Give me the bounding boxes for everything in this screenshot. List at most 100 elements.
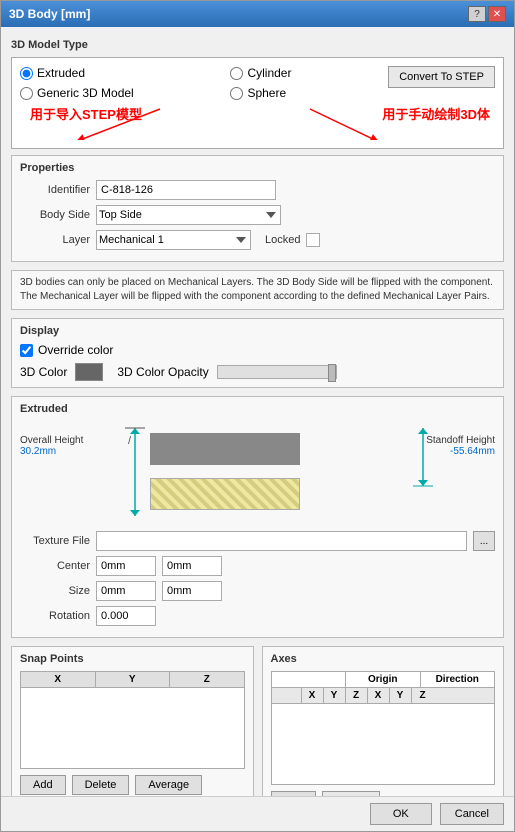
extruded-radio-label[interactable]: Extruded [20,66,134,80]
model-type-area: Extruded Generic 3D Model Cylinder Spher… [11,57,504,149]
display-section: Display Override color 3D Color 3D Color… [11,318,504,388]
layer-row: Layer Mechanical 1 Mechanical 2 Locked [20,230,495,250]
sphere-radio-label[interactable]: Sphere [230,86,286,100]
snap-col-x: X [21,672,96,687]
axes-origin-y: Y [324,688,346,703]
axes-dir-x: X [368,688,390,703]
snap-add-button[interactable]: Add [20,775,66,795]
identifier-input[interactable] [96,180,276,200]
annotations-area: 用于导入STEP模型 用于手动绘制3D体 [20,104,495,140]
content-area: 3D Model Type Extruded Generic 3D Model [1,27,514,796]
override-color-row: Override color [20,343,495,357]
opacity-label: 3D Color Opacity [117,365,208,379]
standoff-height-value: -55.64mm [426,446,495,457]
snap-points-body [21,688,244,768]
extruded-section: Extruded / Overall Height [11,396,504,638]
cylinder-radio[interactable] [230,67,243,80]
opacity-thumb [328,364,336,382]
standoff-height-area: Standoff Height -55.64mm [426,435,495,457]
size-row: Size [20,581,495,601]
model-type-left: Extruded Generic 3D Model [20,66,134,100]
overall-height-value: 30.2mm [20,446,83,457]
opacity-slider[interactable] [217,365,337,379]
snap-col-z: Z [170,672,244,687]
axes-sub-header: X Y Z X Y Z [272,688,495,704]
axes-dir-y: Y [390,688,412,703]
snap-points-section: Snap Points X Y Z Add Delete Average [11,646,254,796]
axes-main-header: Origin Direction [272,672,495,688]
sphere-radio[interactable] [230,87,243,100]
axes-direction-label: Direction [421,672,495,687]
snap-points-header: X Y Z [21,672,244,688]
center-row: Center [20,556,495,576]
axes-origin-x: X [302,688,324,703]
identifier-label: Identifier [20,184,90,196]
display-label: Display [20,325,495,337]
annotation1: 用于导入STEP模型 [30,104,142,123]
window-title: 3D Body [mm] [9,7,90,21]
size-label: Size [20,585,90,597]
left-arrow-svg: / [120,428,150,516]
snap-col-y: Y [96,672,171,687]
standoff-height-label: Standoff Height [426,435,495,446]
generic-radio[interactable] [20,87,33,100]
rotation-input[interactable] [96,606,156,626]
convert-step-button[interactable]: Convert To STEP [388,66,495,88]
snap-average-button[interactable]: Average [135,775,202,795]
extruded-label: Extruded [37,66,85,80]
sphere-label: Sphere [247,86,286,100]
texture-input[interactable] [96,531,467,551]
model-type-row: Extruded Generic 3D Model Cylinder Spher… [20,66,495,100]
model-type-right: Cylinder Sphere [230,66,291,100]
annotation2: 用于手动绘制3D体 [382,104,490,123]
axes-origin-z: Z [346,688,368,703]
main-window: 3D Body [mm] ? ✕ 3D Model Type Extruded … [0,0,515,832]
extruded-radio[interactable] [20,67,33,80]
axes-label: Axes [271,653,496,665]
locked-label: Locked [265,234,300,246]
cylinder-label: Cylinder [247,66,291,80]
snap-points-table: X Y Z [20,671,245,769]
generic-radio-label[interactable]: Generic 3D Model [20,86,134,100]
snap-delete-button[interactable]: Delete [72,775,130,795]
title-bar-buttons: ? ✕ [468,6,506,22]
svg-text:/: / [128,435,132,447]
help-button[interactable]: ? [468,6,486,22]
cylinder-radio-label[interactable]: Cylinder [230,66,291,80]
properties-label: Properties [20,162,495,174]
color-swatch[interactable] [75,363,103,381]
extruded-viz: / Overall Height 30.2mm Standoff Height [20,423,495,523]
opacity-slider-container [217,365,495,379]
close-button[interactable]: ✕ [488,6,506,22]
gray-block [150,433,300,465]
texture-label: Texture File [20,535,90,547]
axes-body [272,704,495,784]
center-label: Center [20,560,90,572]
cancel-button[interactable]: Cancel [440,803,504,825]
layer-select[interactable]: Mechanical 1 Mechanical 2 [96,230,251,250]
size-x-input[interactable] [96,581,156,601]
locked-checkbox[interactable] [306,233,320,247]
override-color-checkbox[interactable] [20,344,33,357]
override-color-label: Override color [38,343,113,357]
center-y-input[interactable] [162,556,222,576]
hatched-block [150,478,300,510]
ok-button[interactable]: OK [370,803,432,825]
browse-button[interactable]: ... [473,531,495,551]
axes-empty-cell [272,672,347,687]
overall-height-area: Overall Height 30.2mm [20,435,83,457]
layer-label: Layer [20,234,90,246]
body-side-select[interactable]: Top Side Bottom Side [96,205,281,225]
snap-points-label: Snap Points [20,653,245,665]
body-side-row: Body Side Top Side Bottom Side [20,205,495,225]
texture-row: Texture File ... [20,531,495,551]
3d-color-label: 3D Color [20,365,67,379]
model-type-section-label: 3D Model Type [11,39,504,51]
identifier-row: Identifier [20,180,495,200]
overall-height-label: Overall Height [20,435,83,446]
center-x-input[interactable] [96,556,156,576]
size-y-input[interactable] [162,581,222,601]
rotation-label: Rotation [20,610,90,622]
footer: OK Cancel [1,796,514,831]
extruded-label: Extruded [20,403,495,415]
